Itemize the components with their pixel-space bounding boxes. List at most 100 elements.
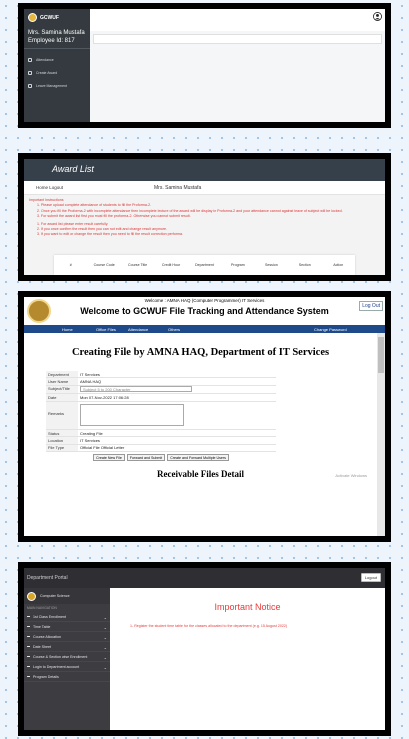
instruction-item: For submit the award list first you must… xyxy=(41,214,380,219)
menu-attendance[interactable]: Attendance xyxy=(128,327,148,332)
department-name: Computer Science xyxy=(40,594,70,598)
sidebar-item-label: Leave Management xyxy=(36,83,67,88)
notice-message: 1- Register the student time table for t… xyxy=(130,624,288,628)
col-header: Section xyxy=(298,263,311,267)
page-title: Creating File by AMNA HAQ, Department of… xyxy=(71,347,330,358)
logout-button[interactable]: Log Out xyxy=(359,301,383,311)
chevron-down-icon: ⌄ xyxy=(103,655,107,660)
chevron-down-icon: ⌄ xyxy=(103,645,107,650)
bullet-icon xyxy=(27,626,30,627)
notice-title: Important Notice xyxy=(214,602,281,612)
menu-home[interactable]: Home xyxy=(62,327,73,332)
sidebar-item-enrollment[interactable]: 1st Class Enrollment ⌄ xyxy=(24,612,110,622)
field-label: Subject/Title xyxy=(46,385,78,394)
page-title: Award List xyxy=(52,164,94,174)
field-label: User Name xyxy=(46,378,78,385)
chevron-down-icon: ⌄ xyxy=(103,625,107,630)
remarks-textarea[interactable] xyxy=(80,404,184,427)
sidebar-item-label: Create Award xyxy=(36,70,58,75)
file-tracking-screenshot: Welcome : AMNA HAQ (Computer Programmer)… xyxy=(18,291,391,542)
menu-change-password[interactable]: Change Password xyxy=(314,327,347,332)
top-bar xyxy=(90,9,385,31)
main-content: Creating File by AMNA HAQ, Department of… xyxy=(24,333,377,536)
welcome-user: Welcome : AMNA HAQ (Computer Programmer)… xyxy=(144,298,265,303)
main-menu: Home Office Files Attendance Others Chan… xyxy=(24,325,385,333)
field-label: File Type xyxy=(46,444,78,451)
user-account-icon[interactable] xyxy=(373,12,382,21)
document-icon xyxy=(28,70,32,75)
menu-others[interactable]: Others xyxy=(168,327,180,332)
leave-icon xyxy=(28,83,32,88)
field-label: Status xyxy=(46,429,78,437)
award-table-header: # Course Code Course Title Credit Hour D… xyxy=(54,255,355,275)
sidebar-item-label: Course Allocation xyxy=(33,634,61,639)
status-value: Creating File xyxy=(80,430,103,436)
sidebar-item-label: Time Table xyxy=(33,624,51,629)
scrollbar[interactable] xyxy=(377,333,385,536)
bullet-icon xyxy=(27,636,30,637)
sidebar-logo[interactable]: GCWUF xyxy=(24,9,90,26)
forward-submit-button[interactable]: Forward and Submit xyxy=(126,454,166,461)
sidebar-item-label: Attendance xyxy=(36,57,54,62)
main-content: Important Notice 1- Register the student… xyxy=(110,588,385,730)
calendar-icon xyxy=(28,57,32,62)
form-row: File Type Official File Official Letter xyxy=(46,444,276,452)
file-type-radios[interactable]: Official File Official Letter xyxy=(78,445,276,451)
col-header: Department xyxy=(195,263,214,267)
scrollbar-thumb[interactable] xyxy=(378,337,384,373)
bullet-icon xyxy=(27,676,30,677)
instructions-box: Important Instructions Please upload com… xyxy=(24,195,385,241)
top-bar: Department Portal Logout xyxy=(24,568,385,588)
sidebar: GCWUF Mrs. Samina Mustafa Employee Id: 8… xyxy=(24,9,90,122)
form-row: Location IT Services xyxy=(46,437,276,445)
portal-brand: Department Portal xyxy=(27,575,68,581)
department-value: IT Services xyxy=(80,371,100,377)
field-label: Date xyxy=(46,394,78,401)
page-header: Award List xyxy=(24,159,385,181)
sidebar-profile: Computer Science xyxy=(24,588,110,604)
sidebar-item-attendance[interactable]: Attendance xyxy=(28,53,86,66)
menu-office-files[interactable]: Office Files xyxy=(96,327,116,332)
create-file-form: Department IT Services User Name AMNA HA… xyxy=(46,371,276,463)
sidebar-item-department-login[interactable]: Login to Department account ⌄ xyxy=(24,662,110,672)
logout-button[interactable]: Logout xyxy=(360,573,381,582)
form-row: Date Mon 07-Nov-2022 17:06:28 xyxy=(46,394,276,402)
logo-text: GCWUF xyxy=(40,14,59,21)
employee-id: Employee Id: 817 xyxy=(28,38,75,44)
col-header: Course Title xyxy=(128,263,148,267)
sidebar-item-program-details[interactable]: Program Details xyxy=(24,672,110,682)
site-title: Welcome to GCWUF File Tracking and Atten… xyxy=(80,306,329,316)
site-header: Welcome : AMNA HAQ (Computer Programmer)… xyxy=(24,297,385,325)
sidebar-item-label: Login to Department account xyxy=(33,664,80,669)
col-header: Course Code xyxy=(93,263,115,267)
sidebar: Computer Science MAIN NAVIGATION 1st Cla… xyxy=(24,588,110,730)
dashboard-screenshot: GCWUF Mrs. Samina Mustafa Employee Id: 8… xyxy=(18,3,391,128)
create-new-file-button[interactable]: Create New File xyxy=(93,454,125,461)
bullet-icon xyxy=(27,616,30,617)
breadcrumb[interactable]: Home Logout xyxy=(36,185,63,190)
department-avatar-icon xyxy=(27,591,36,601)
sidebar-item-label: Date Sheet xyxy=(33,644,51,649)
create-forward-multiple-button[interactable]: Create and Forward Multiple Users xyxy=(167,454,229,461)
field-label: Location xyxy=(46,437,78,444)
date-value: Mon 07-Nov-2022 17:06:28 xyxy=(80,394,129,400)
sidebar-item-leave[interactable]: Leave Management xyxy=(28,79,86,92)
sidebar-item-label: 1st Class Enrollment xyxy=(33,614,66,619)
sidebar-item-time-table[interactable]: Time Table ⌄ xyxy=(24,622,110,632)
col-header: # xyxy=(69,263,72,267)
col-header: Credit Hour xyxy=(161,263,181,267)
col-header: Action xyxy=(333,263,344,267)
form-row: Department IT Services xyxy=(46,371,276,379)
sidebar-item-course-allocation[interactable]: Course Allocation ⌄ xyxy=(24,632,110,642)
activate-windows-watermark: Activate Windows xyxy=(335,473,367,478)
form-row: Subject/Title Subject 5 to 200 Character xyxy=(46,385,276,395)
col-header: Session xyxy=(264,263,278,267)
bullet-icon xyxy=(27,646,30,647)
sidebar-item-section-enrollment[interactable]: Course & Section wise Enrollment ⌄ xyxy=(24,652,110,662)
main-content xyxy=(90,31,385,122)
subject-input[interactable]: Subject 5 to 200 Character xyxy=(80,386,192,393)
sidebar-item-date-sheet[interactable]: Date Sheet ⌄ xyxy=(24,642,110,652)
sidebar-item-create-award[interactable]: Create Award xyxy=(28,66,86,79)
award-list-screenshot: Award List Home Logout Mrs. Samina Musta… xyxy=(18,153,391,281)
form-row: Status Creating File xyxy=(46,429,276,438)
